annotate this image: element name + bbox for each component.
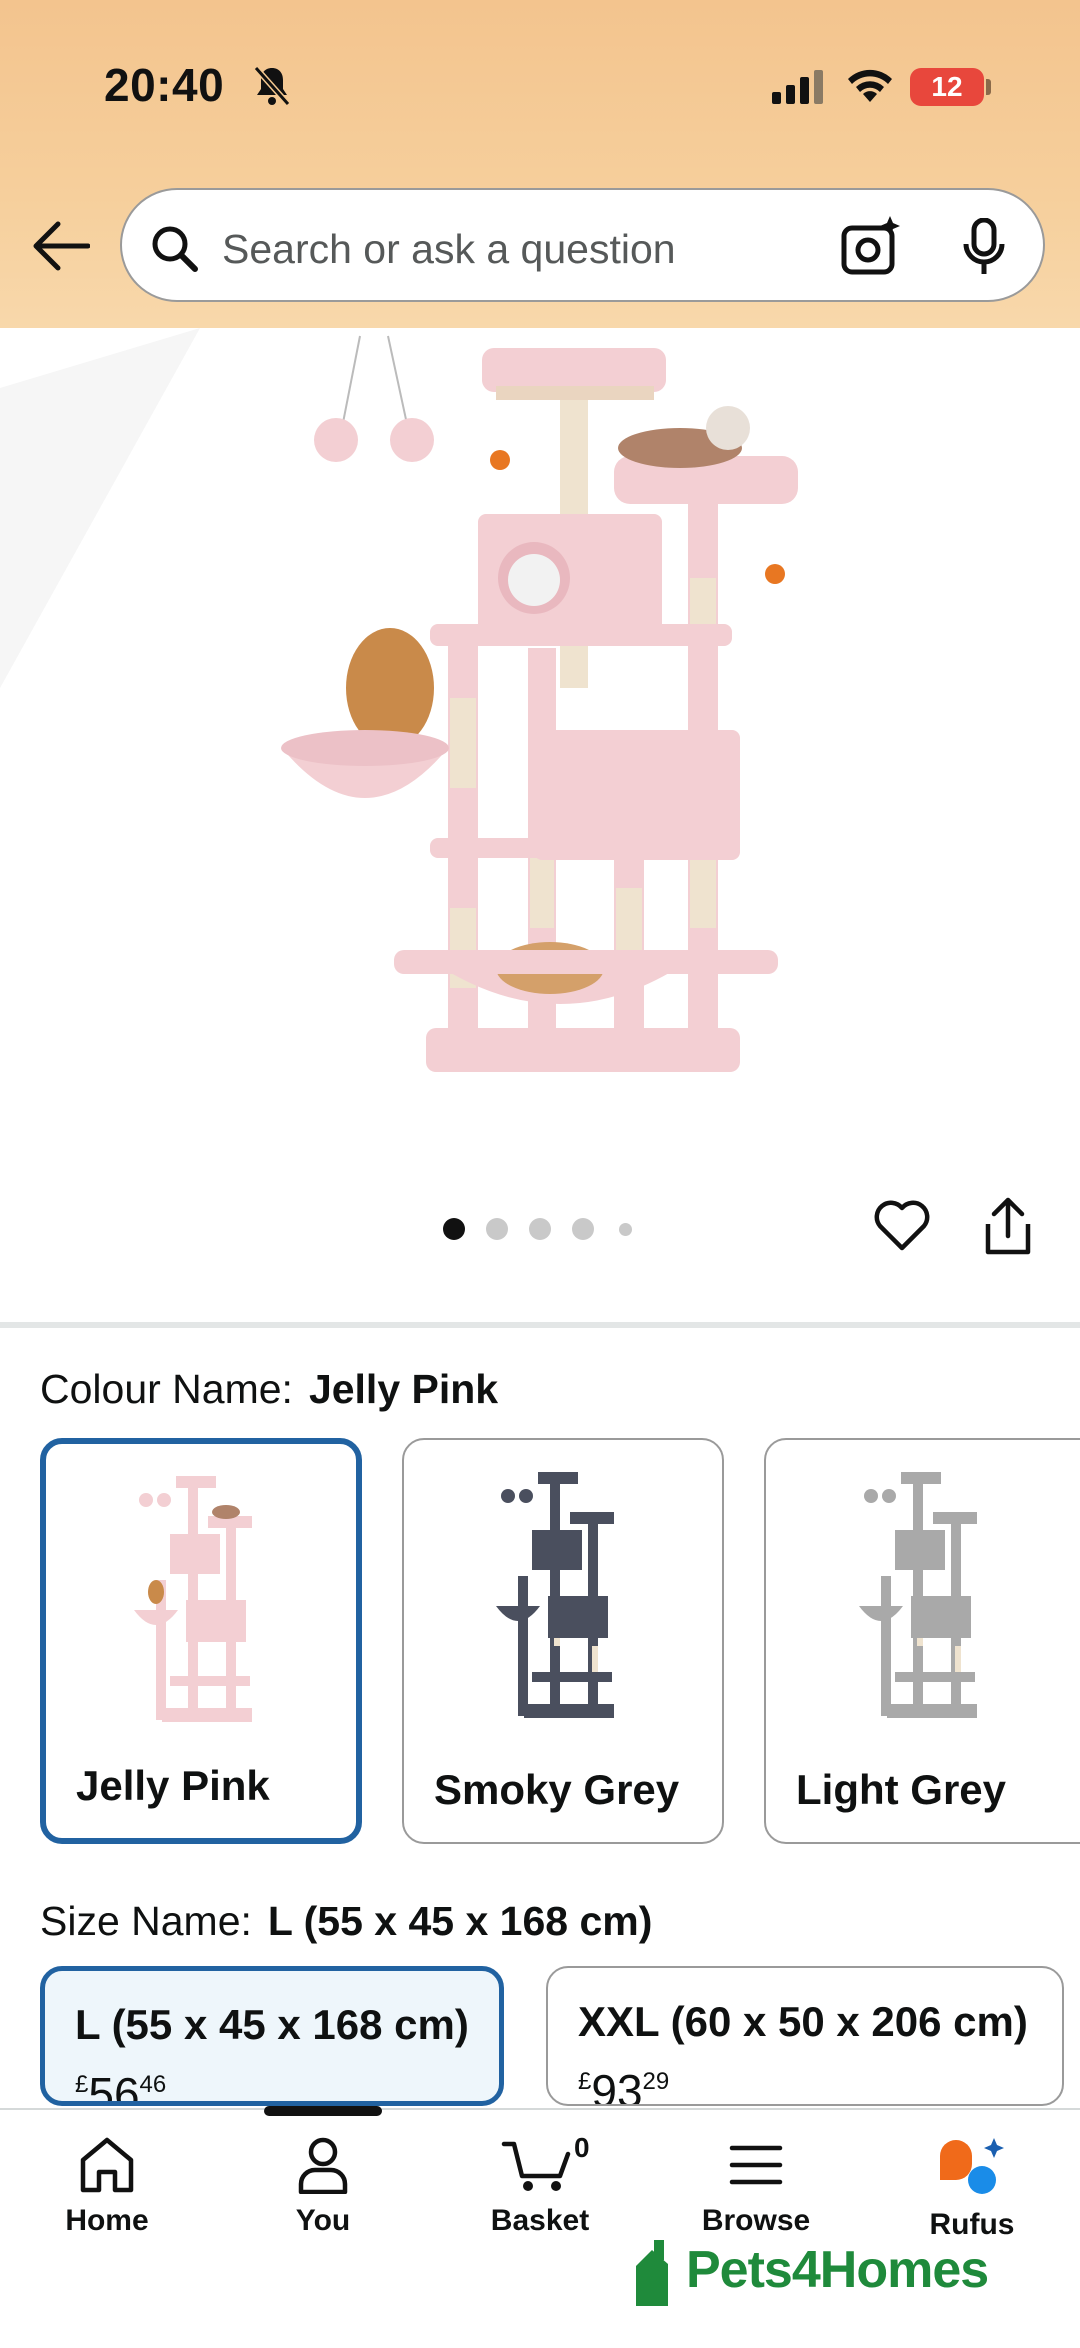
colour-option-label: Smoky Grey bbox=[434, 1766, 680, 1813]
cat-tree-illustration bbox=[0, 328, 798, 1072]
size-option-price: £9329 bbox=[578, 2064, 670, 2106]
pets4homes-logo-icon bbox=[636, 2240, 668, 2306]
pagination-dot[interactable] bbox=[619, 1223, 632, 1236]
nav-label: Browse bbox=[701, 2204, 811, 2237]
share-icon[interactable] bbox=[982, 1196, 1034, 1256]
size-option-price: £5646 bbox=[75, 2067, 167, 2106]
colour-option-smoky-grey[interactable]: Smoky Grey bbox=[402, 1438, 724, 1844]
size-label: Size Name: bbox=[40, 1898, 252, 1944]
nav-rufus[interactable]: Rufus bbox=[892, 2136, 1052, 2242]
jelly-pink-thumbnail bbox=[134, 1476, 252, 1722]
bottom-navigation: Home You 0 Basket Browse Rufus bbox=[0, 2106, 1080, 2348]
price-currency: £ bbox=[578, 2068, 592, 2095]
nav-home[interactable]: Home bbox=[27, 2136, 187, 2238]
price-fraction: 46 bbox=[139, 2071, 167, 2098]
nav-basket[interactable]: 0 Basket bbox=[460, 2132, 620, 2238]
person-icon bbox=[298, 2137, 348, 2194]
search-input[interactable]: Search or ask a question bbox=[222, 226, 676, 273]
active-tab-indicator bbox=[264, 2106, 382, 2116]
colour-option-label: Light Grey bbox=[796, 1766, 1007, 1813]
size-option-l[interactable]: L (55 x 45 x 168 cm) £5646 bbox=[40, 1966, 504, 2106]
colour-option-light-grey[interactable]: Light Grey bbox=[764, 1438, 1080, 1844]
menu-icon bbox=[729, 2145, 783, 2185]
colour-option-label: Jelly Pink bbox=[76, 1762, 270, 1809]
pets4homes-watermark: Pets4Homes bbox=[628, 2236, 989, 2316]
cellular-signal-icon bbox=[772, 70, 823, 104]
back-arrow-icon[interactable] bbox=[30, 220, 90, 272]
section-divider bbox=[0, 1322, 1080, 1328]
colour-label-row: Colour Name: Jelly Pink bbox=[40, 1366, 498, 1413]
nav-label: Basket bbox=[490, 2204, 590, 2237]
wifi-icon bbox=[848, 69, 892, 102]
camera-search-icon[interactable] bbox=[840, 216, 902, 276]
light-grey-thumbnail bbox=[859, 1472, 977, 1718]
size-label-row: Size Name: L (55 x 45 x 168 cm) bbox=[40, 1898, 652, 1945]
colour-selected-value: Jelly Pink bbox=[308, 1366, 499, 1412]
size-option-label: XXL (60 x 50 x 206 cm) bbox=[578, 1998, 1028, 2045]
price-fraction: 29 bbox=[642, 2068, 670, 2095]
pagination-dot[interactable] bbox=[486, 1218, 508, 1240]
status-time: 20:40 bbox=[104, 59, 225, 111]
price-whole: 56 bbox=[88, 2068, 140, 2106]
nav-you[interactable]: You bbox=[243, 2136, 403, 2238]
rufus-icon bbox=[940, 2138, 1004, 2194]
pagination-dot[interactable] bbox=[529, 1218, 551, 1240]
basket-icon bbox=[501, 2141, 571, 2191]
watermark-text: Pets4Homes bbox=[686, 2241, 989, 2299]
pagination-dot[interactable] bbox=[572, 1218, 594, 1240]
size-selected-value: L (55 x 45 x 168 cm) bbox=[267, 1898, 653, 1944]
colour-label: Colour Name: bbox=[40, 1366, 293, 1412]
nav-label: Rufus bbox=[929, 2208, 1015, 2241]
basket-count: 0 bbox=[574, 2132, 590, 2163]
home-icon bbox=[80, 2137, 134, 2193]
battery-indicator: 12 bbox=[910, 68, 984, 106]
heart-icon[interactable] bbox=[872, 1198, 932, 1252]
battery-tip bbox=[986, 79, 991, 95]
size-option-xxl[interactable]: XXL (60 x 50 x 206 cm) £9329 bbox=[546, 1966, 1064, 2106]
size-option-label: L (55 x 45 x 168 cm) bbox=[75, 2001, 469, 2048]
search-icon bbox=[152, 226, 198, 272]
price-whole: 93 bbox=[591, 2065, 643, 2106]
smoky-grey-thumbnail bbox=[496, 1472, 614, 1718]
bell-muted-icon bbox=[253, 66, 291, 106]
nav-label: You bbox=[295, 2204, 351, 2237]
product-image[interactable] bbox=[0, 328, 1080, 1158]
app-header: 20:40 12 Search or ask a question bbox=[0, 0, 1080, 328]
status-bar: 20:40 12 bbox=[0, 0, 1080, 170]
pagination-dot-active[interactable] bbox=[443, 1218, 465, 1240]
search-bar[interactable]: Search or ask a question bbox=[120, 188, 1045, 302]
nav-browse[interactable]: Browse bbox=[676, 2136, 836, 2238]
microphone-icon[interactable] bbox=[962, 218, 1006, 276]
price-currency: £ bbox=[75, 2071, 89, 2098]
nav-label: Home bbox=[65, 2204, 149, 2237]
colour-option-jelly-pink[interactable]: Jelly Pink bbox=[40, 1438, 362, 1844]
